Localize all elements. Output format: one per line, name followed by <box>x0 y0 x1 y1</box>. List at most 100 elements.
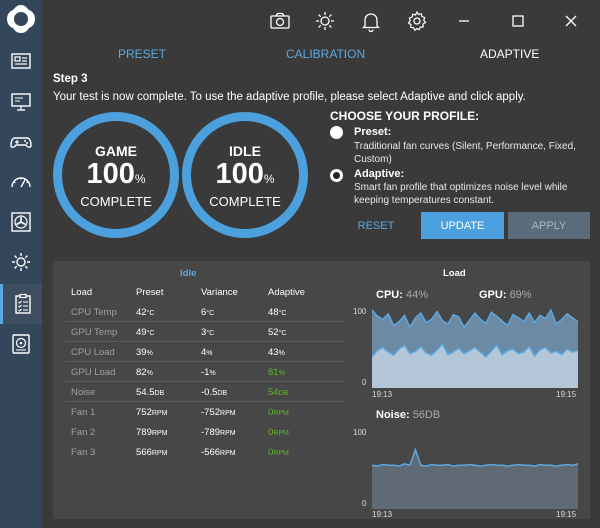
variance-value: 6°C <box>201 307 215 318</box>
apply-button[interactable]: APPLY <box>508 212 590 239</box>
close-icon <box>565 15 577 27</box>
ring-value: 100% <box>86 158 146 190</box>
row-label: CPU Load <box>71 347 115 358</box>
close-button[interactable] <box>558 8 584 34</box>
sidebar-item-fan-profiles[interactable] <box>0 284 42 324</box>
noise-series-line <box>372 447 578 467</box>
checklist-icon <box>14 293 31 314</box>
minimize-icon <box>459 20 469 22</box>
gauge-icon <box>11 177 31 188</box>
cpu-series-area <box>372 344 578 388</box>
preset-value: 49°C <box>136 327 155 338</box>
variance-value: -566RPM <box>201 447 236 458</box>
sidebar-item-storage[interactable] <box>0 324 42 364</box>
row-label: Noise <box>71 387 96 398</box>
preset-option-title: Preset: <box>354 126 392 138</box>
gpu-load-legend: GPU: 69% <box>479 289 532 301</box>
table-row: Fan 2 789RPM -789RPM 0RPM <box>65 422 345 442</box>
ring-value: 100% <box>215 158 275 190</box>
preset-value: 789RPM <box>136 427 168 438</box>
noise-y-min: 0 <box>362 499 367 508</box>
preset-value: 42°C <box>136 307 155 318</box>
noise-legend: Noise: 56DB <box>376 409 441 421</box>
preset-radio[interactable] <box>330 126 343 139</box>
cpu-load-legend: CPU: 44% <box>376 289 428 301</box>
column-header-variance: Variance <box>201 287 238 298</box>
adaptive-value: 81% <box>268 367 285 378</box>
sidebar-item-performance[interactable] <box>0 162 42 202</box>
column-header-load: Load <box>71 287 93 298</box>
load-y-max: 100 <box>353 307 367 316</box>
load-x-end: 19:15 <box>556 390 577 399</box>
maximize-icon <box>512 15 524 27</box>
sidebar-item-gaming[interactable] <box>0 122 42 162</box>
adaptive-option-description: Smart fan profile that optimizes noise l… <box>354 182 568 206</box>
variance-value: 4% <box>201 347 213 358</box>
row-label: GPU Temp <box>71 327 118 338</box>
dashboard-icon <box>11 53 31 69</box>
load-heading: Load <box>443 268 466 279</box>
table-row: CPU Temp 42°C 6°C 48°C <box>65 302 345 322</box>
row-label: CPU Temp <box>71 307 117 318</box>
game-progress-ring: GAME 100% COMPLETE <box>53 112 179 238</box>
step-title: Step 3 <box>53 73 88 85</box>
reset-button[interactable]: RESET <box>348 212 404 239</box>
sidebar-item-monitor[interactable] <box>0 82 42 122</box>
adaptive-value: 54DB <box>268 387 289 398</box>
preset-value: 566RPM <box>136 447 168 458</box>
variance-value: -0.5DB <box>201 387 228 398</box>
row-label: Fan 1 <box>71 407 96 418</box>
tab-preset[interactable]: PRESET <box>118 47 166 61</box>
title-bar <box>42 0 600 42</box>
row-label: Fan 3 <box>71 447 96 458</box>
variance-value: -752RPM <box>201 407 236 418</box>
preset-value: 752RPM <box>136 407 168 418</box>
table-row: CPU Load 39% 4% 43% <box>65 342 345 362</box>
maximize-button[interactable] <box>505 8 531 34</box>
adaptive-value: 48°C <box>268 307 287 318</box>
tab-calibration[interactable]: CALIBRATION <box>286 47 365 61</box>
noise-x-end: 19:15 <box>556 510 577 519</box>
idle-heading: Idle <box>180 268 197 279</box>
variance-value: -789RPM <box>201 427 236 438</box>
load-chart <box>372 308 578 388</box>
camera-icon[interactable] <box>268 9 292 33</box>
tab-adaptive[interactable]: ADAPTIVE <box>480 47 539 61</box>
ring-label: GAME <box>95 143 137 159</box>
ring-status: COMPLETE <box>209 194 281 209</box>
row-label: GPU Load <box>71 367 116 378</box>
adaptive-value: 0RPM <box>268 407 289 418</box>
app-logo-icon[interactable] <box>5 3 37 35</box>
monitor-icon <box>11 93 31 111</box>
noise-chart <box>372 447 578 509</box>
variance-value: -1% <box>201 367 216 378</box>
brightness-icon[interactable] <box>313 9 337 33</box>
ring-label: IDLE <box>229 143 261 159</box>
profile-heading: CHOOSE YOUR PROFILE: <box>330 109 480 123</box>
minimize-button[interactable] <box>451 8 477 34</box>
adaptive-value: 0RPM <box>268 427 289 438</box>
step-description: Your test is now complete. To use the ad… <box>53 91 526 103</box>
table-row: GPU Temp 49°C 3°C 52°C <box>65 322 345 342</box>
adaptive-option-title: Adaptive: <box>354 168 405 180</box>
adaptive-radio[interactable] <box>330 169 343 182</box>
bell-icon[interactable] <box>359 9 383 33</box>
adaptive-value: 43% <box>268 347 285 358</box>
adaptive-value: 52°C <box>268 327 287 338</box>
storage-icon <box>12 334 30 354</box>
idle-progress-ring: IDLE 100% COMPLETE <box>182 112 308 238</box>
sidebar-item-dashboard[interactable] <box>0 42 42 82</box>
noise-y-max: 100 <box>353 428 367 437</box>
update-button[interactable]: UPDATE <box>421 212 504 239</box>
gear-icon[interactable] <box>405 9 429 33</box>
load-y-min: 0 <box>362 378 367 387</box>
load-x-start: 19:13 <box>372 390 393 399</box>
preset-value: 82% <box>136 367 153 378</box>
table-row: Noise 54.5DB -0.5DB 54DB <box>65 382 345 402</box>
noise-x-start: 19:13 <box>372 510 393 519</box>
sidebar-item-fans[interactable] <box>0 202 42 242</box>
fan-icon <box>11 212 31 232</box>
table-row: Fan 1 752RPM -752RPM 0RPM <box>65 402 345 422</box>
sidebar-item-lighting[interactable] <box>0 242 42 282</box>
column-header-adaptive: Adaptive <box>268 287 305 298</box>
